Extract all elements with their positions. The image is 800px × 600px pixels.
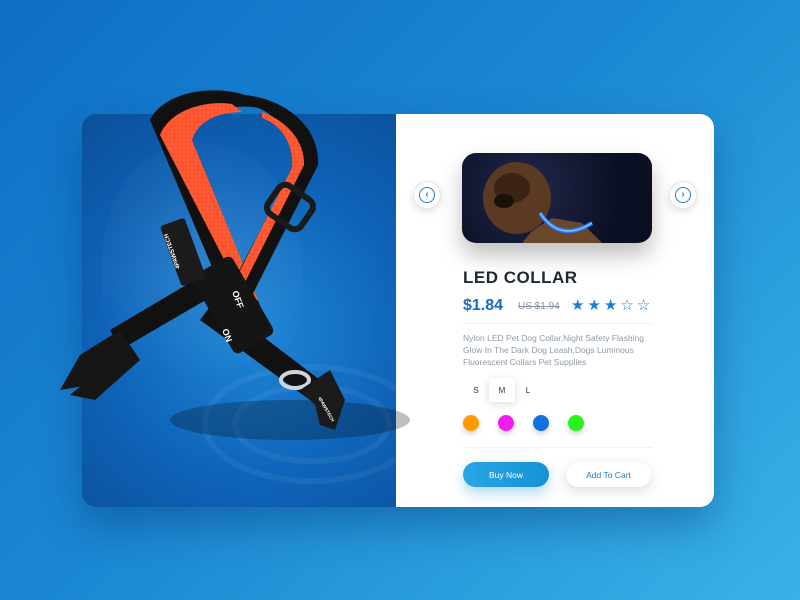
add-to-cart-button[interactable]: Add To Cart bbox=[566, 462, 651, 487]
chevron-right-icon: › bbox=[675, 187, 691, 203]
gallery-next-button[interactable]: › bbox=[669, 181, 697, 209]
product-title: LED COLLAR bbox=[463, 268, 578, 287]
size-option-s[interactable]: S bbox=[463, 378, 489, 402]
collar-shadow bbox=[170, 400, 410, 440]
gallery-prev-button[interactable]: ‹ bbox=[413, 181, 441, 209]
color-swatch-blue[interactable] bbox=[533, 415, 549, 431]
color-selector bbox=[463, 415, 584, 431]
star-outline-icon: ☆ bbox=[620, 297, 634, 314]
size-selector: S M L bbox=[463, 378, 541, 402]
product-old-price: US $1.94 bbox=[518, 301, 560, 312]
divider bbox=[463, 323, 653, 324]
star-outline-icon: ☆ bbox=[636, 297, 651, 314]
dog-photo bbox=[483, 162, 602, 243]
collar-illustration: OFF ON 4PAWSTECH 4PAWSTECH bbox=[60, 90, 410, 440]
chevron-left-icon: ‹ bbox=[419, 187, 435, 203]
rating-stars: ★ ★ ★ ☆ ☆ bbox=[571, 298, 650, 313]
color-swatch-green[interactable] bbox=[568, 415, 584, 431]
buy-now-button[interactable]: Buy Now bbox=[463, 462, 549, 487]
star-filled-icon: ★ bbox=[603, 297, 618, 314]
divider bbox=[463, 447, 653, 448]
star-filled-icon: ★ bbox=[587, 297, 601, 314]
color-swatch-orange[interactable] bbox=[463, 415, 479, 431]
product-description: Nylon LED Pet Dog Collar,Night Safety Fl… bbox=[463, 333, 644, 367]
star-filled-icon: ★ bbox=[571, 297, 585, 314]
product-price: $1.84 bbox=[463, 297, 504, 314]
color-swatch-magenta[interactable] bbox=[498, 415, 514, 431]
size-option-l[interactable]: L bbox=[515, 378, 541, 402]
product-gallery-image[interactable] bbox=[462, 153, 652, 243]
size-option-m[interactable]: M bbox=[489, 378, 515, 402]
